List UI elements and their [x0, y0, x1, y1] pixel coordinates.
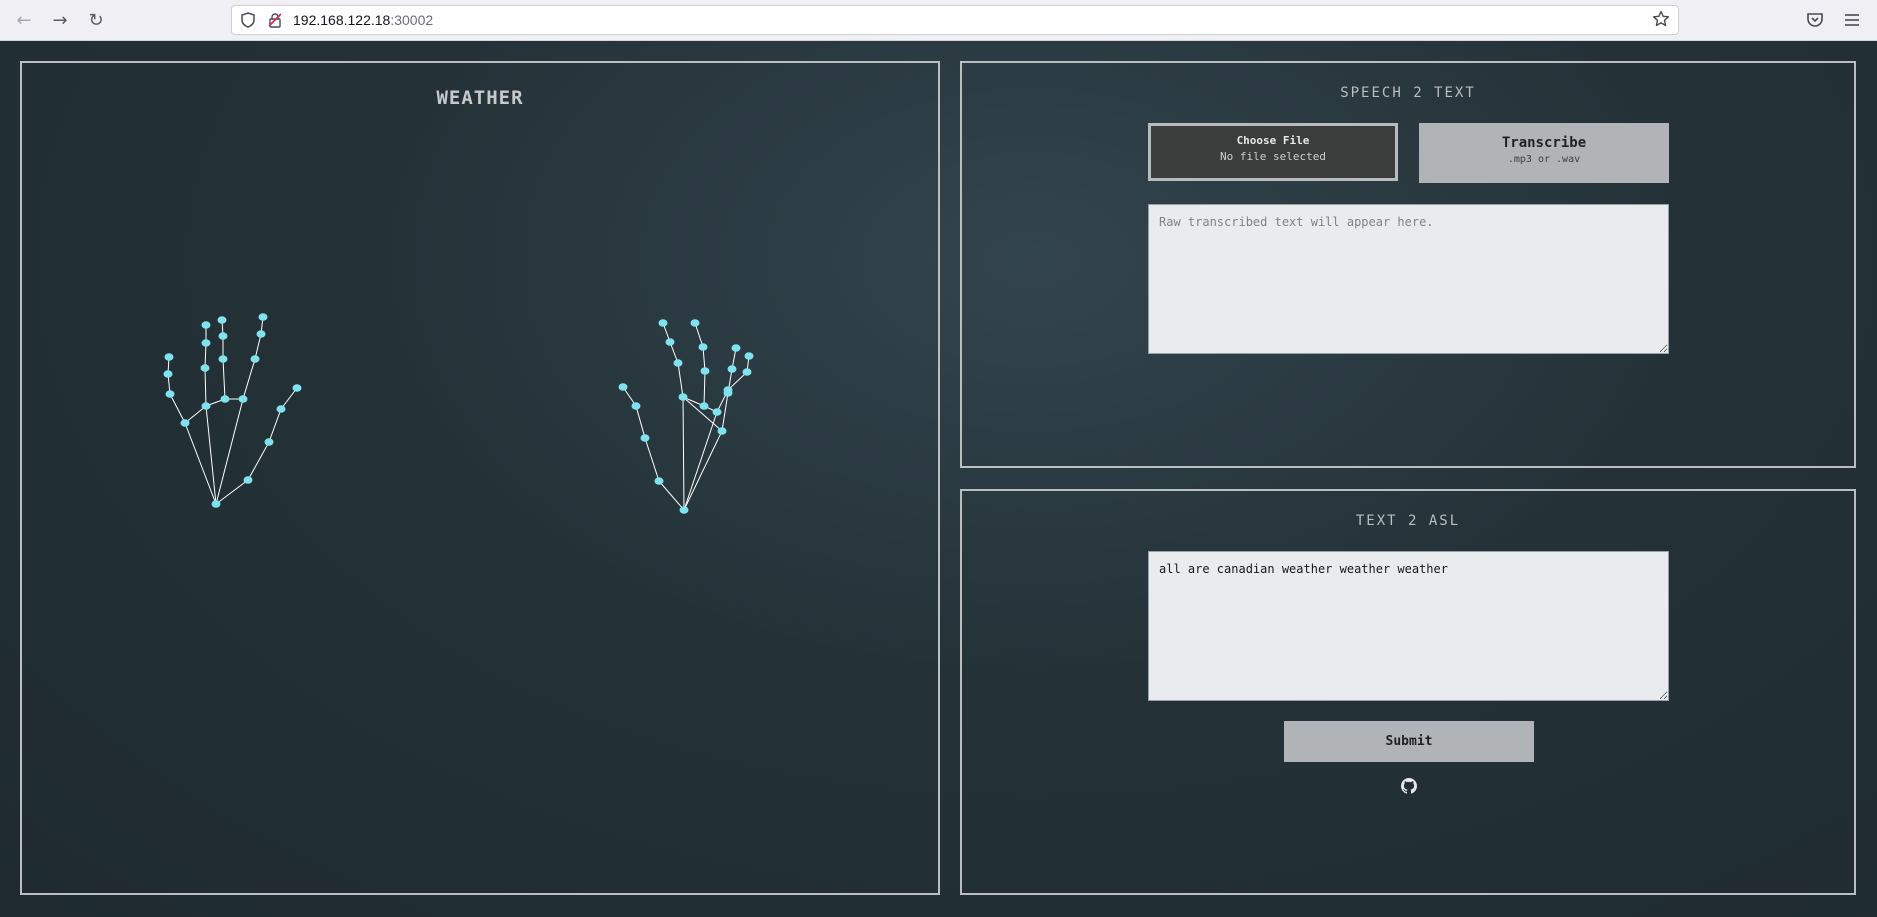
hand-landmark [723, 386, 733, 394]
submit-button[interactable]: Submit [1284, 721, 1534, 762]
hand-landmark [700, 367, 710, 375]
hand-landmark [243, 476, 253, 484]
hand-bone [242, 358, 256, 400]
hand-landmark [256, 330, 266, 338]
hand-landmark [292, 384, 302, 392]
raw-transcript-textarea[interactable] [1148, 204, 1669, 354]
hand-landmark [699, 402, 709, 410]
hand-landmark [200, 364, 210, 372]
hand-bone [205, 405, 217, 505]
transcribe-hint: .mp3 or .wav [1507, 154, 1581, 165]
hand-landmark [211, 500, 221, 508]
hand-landmark [665, 338, 675, 346]
right-hand-skeleton [618, 319, 754, 514]
lock-warning-icon[interactable] [267, 12, 283, 28]
hand-landmark [654, 477, 664, 485]
no-file-text: No file selected [1220, 150, 1326, 163]
hand-landmark [631, 402, 641, 410]
hand-bone [222, 358, 226, 400]
hand-bone [635, 405, 646, 439]
back-icon[interactable]: ← [12, 8, 36, 32]
hand-landmark [220, 395, 230, 403]
hand-bone [644, 437, 660, 482]
asl-animation-panel: WEATHER [20, 61, 940, 895]
app-page: WEATHER SPEECH 2 TEXT Choose File No fil… [0, 41, 1877, 917]
left-hand-skeleton [163, 313, 302, 508]
url-port: :30002 [390, 12, 434, 28]
hand-landmark [698, 343, 708, 351]
hand-landmark [264, 438, 274, 446]
hand-landmark [678, 393, 688, 401]
hand-bone [683, 430, 723, 511]
choose-file-label: Choose File [1236, 134, 1310, 147]
speech-to-text-panel: SPEECH 2 TEXT Choose File No file select… [960, 61, 1856, 468]
hand-landmark [712, 408, 722, 416]
asl-text-input[interactable]: all are canadian weather weather weather [1148, 551, 1669, 701]
hand-landmark [258, 313, 268, 321]
hand-landmark [217, 316, 227, 324]
address-bar[interactable]: 192.168.122.18:30002 [231, 5, 1679, 35]
hand-landmark [727, 365, 737, 373]
hand-landmark [679, 506, 689, 514]
pocket-icon[interactable] [1806, 11, 1824, 29]
hand-landmark [201, 339, 211, 347]
hand-landmark [640, 434, 650, 442]
hand-bone [683, 411, 718, 511]
hand-bone [677, 362, 684, 398]
forward-icon[interactable]: → [48, 8, 72, 32]
hand-bone [721, 392, 729, 432]
hand-bone [703, 370, 706, 407]
hand-bone [204, 367, 207, 407]
hand-landmark [163, 370, 173, 378]
hand-landmark [742, 368, 752, 376]
hand-bone [169, 393, 186, 424]
hand-bone [215, 398, 244, 505]
speech-panel-title: SPEECH 2 TEXT [1340, 85, 1476, 101]
hand-landmark [250, 355, 260, 363]
transcribe-label: Transcribe [1501, 135, 1587, 151]
choose-file-button[interactable]: Choose File No file selected [1148, 123, 1398, 181]
hand-landmark [690, 319, 700, 327]
hand-landmark [717, 427, 727, 435]
hand-landmarks-canvas [163, 313, 754, 514]
url-text: 192.168.122.18:30002 [293, 12, 433, 28]
menu-icon[interactable] [1843, 11, 1861, 29]
hand-landmark [276, 405, 286, 413]
hand-bone [268, 408, 282, 443]
text-to-asl-panel: TEXT 2 ASL all are canadian weather weat… [960, 489, 1856, 895]
hand-landmark [731, 344, 741, 352]
hand-landmark [658, 319, 668, 327]
hand-bone [682, 396, 685, 511]
hand-landmark [744, 352, 754, 360]
url-host: 192.168.122.18 [293, 12, 391, 28]
browser-toolbar: ← → ↻ 192.168.122.18:30002 [0, 0, 1877, 41]
hand-landmark [165, 390, 175, 398]
transcribe-button[interactable]: Transcribe .mp3 or .wav [1419, 123, 1669, 183]
asl-panel-title: TEXT 2 ASL [1355, 513, 1461, 529]
hand-landmark [218, 355, 228, 363]
shield-icon[interactable] [240, 12, 256, 28]
hand-landmark [201, 321, 211, 329]
github-icon[interactable] [1401, 778, 1417, 794]
hand-landmark [164, 353, 174, 361]
hand-bone [184, 422, 217, 505]
hand-bone [658, 480, 685, 511]
hand-landmark [618, 383, 628, 391]
hand-landmark [201, 402, 211, 410]
hand-landmark [218, 332, 228, 340]
bookmark-star-icon[interactable] [1652, 10, 1670, 28]
hand-landmark [180, 419, 190, 427]
hand-bone [254, 333, 262, 360]
hand-landmark [673, 359, 683, 367]
hand-bone [247, 441, 270, 481]
reload-icon[interactable]: ↻ [84, 8, 108, 32]
hand-landmark [238, 395, 248, 403]
